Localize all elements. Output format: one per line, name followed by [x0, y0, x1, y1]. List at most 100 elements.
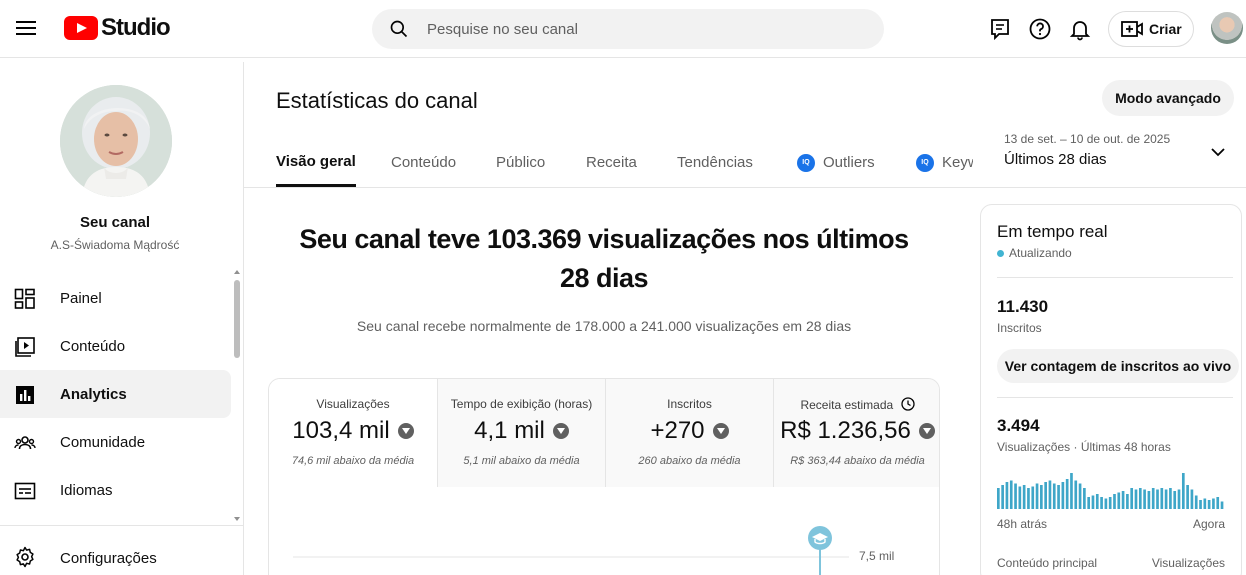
- realtime-bar: [1147, 491, 1151, 509]
- metric-subscribers[interactable]: Inscritos +270 260 abaixo da média: [605, 379, 773, 487]
- realtime-bar: [1151, 488, 1155, 509]
- realtime-bar: [1177, 489, 1181, 509]
- metric-watch-time[interactable]: Tempo de exibição (horas) 4,1 mil 5,1 mi…: [437, 379, 605, 487]
- realtime-subscribers-value: 11.430: [997, 297, 1049, 316]
- date-period-selector[interactable]: Últimos 28 dias: [1004, 151, 1107, 168]
- sidebar-item-painel[interactable]: Painel: [0, 274, 231, 322]
- realtime-bar: [1212, 498, 1215, 509]
- realtime-bar: [1194, 495, 1198, 509]
- settings-label: Configurações: [60, 549, 157, 567]
- metric-note: 260 abaixo da média: [638, 455, 741, 467]
- sidebar-divider: [0, 525, 243, 526]
- realtime-bar: [1164, 489, 1168, 509]
- realtime-bar: [1117, 492, 1121, 509]
- vidiq-badge-icon: IQ: [797, 153, 815, 172]
- realtime-bar: [1108, 497, 1112, 509]
- realtime-bar: [1074, 480, 1078, 509]
- realtime-bar: [1044, 482, 1047, 509]
- tab-receita[interactable]: Receita: [586, 138, 637, 187]
- realtime-bar: [1173, 491, 1177, 509]
- top-bar: Studio Criar: [0, 0, 1246, 58]
- realtime-bar: [1005, 482, 1009, 509]
- realtime-bar: [1031, 486, 1035, 509]
- tab-publico[interactable]: Público: [496, 138, 545, 187]
- realtime-bar: [1014, 483, 1017, 509]
- analytics-tabs: Visão geral Conteúdo Público Receita Ten…: [276, 138, 973, 188]
- search-input[interactable]: [427, 9, 867, 49]
- metric-value: 103,4 mil: [269, 417, 437, 445]
- live-subscriber-count-button[interactable]: Ver contagem de inscritos ao vivo: [997, 349, 1239, 383]
- tab-outliers[interactable]: IQ Outliers: [797, 138, 875, 187]
- realtime-bar: [1052, 483, 1056, 509]
- realtime-subscribers-label: Inscritos: [997, 321, 1042, 335]
- chevron-down-icon[interactable]: [1208, 142, 1228, 162]
- realtime-bar: [1121, 491, 1125, 509]
- metrics-card: Visualizações 103,4 mil 74,6 mil abaixo …: [268, 378, 940, 575]
- realtime-bar: [1018, 486, 1022, 509]
- sidebar-item-settings[interactable]: Configurações: [0, 534, 231, 575]
- realtime-bar: [1061, 482, 1065, 509]
- gear-icon: [16, 546, 34, 568]
- realtime-bar-chart[interactable]: [997, 473, 1225, 509]
- channel-name: Seu canal: [79, 214, 151, 231]
- sidebar-scrollbar[interactable]: [234, 280, 240, 358]
- realtime-bar: [1130, 488, 1134, 509]
- realtime-bar: [1207, 500, 1211, 509]
- sidebar-item-conteudo[interactable]: Conteúdo: [0, 322, 231, 370]
- metric-label: Inscritos: [667, 397, 712, 411]
- sidebar-item-comunidade[interactable]: Comunidade: [0, 418, 231, 466]
- realtime-divider: [997, 397, 1233, 398]
- tab-visao-geral[interactable]: Visão geral: [276, 138, 356, 187]
- search-icon[interactable]: [389, 19, 409, 39]
- tab-conteudo[interactable]: Conteúdo: [391, 138, 456, 187]
- date-range-text[interactable]: 13 de set. – 10 de out. de 2025: [1004, 132, 1170, 146]
- sidebar-item-label: Idiomas: [60, 481, 113, 499]
- community-icon: [14, 436, 36, 450]
- realtime-bar: [1169, 488, 1172, 509]
- realtime-bar: [1001, 485, 1004, 509]
- realtime-bar: [1216, 497, 1220, 509]
- realtime-status: Atualizando: [997, 246, 1072, 260]
- realtime-bar: [1113, 494, 1116, 509]
- realtime-bar: [1181, 473, 1185, 509]
- notifications-bell-icon[interactable]: [1068, 17, 1092, 41]
- subtitles-icon: [14, 482, 36, 500]
- realtime-bar: [1220, 501, 1224, 509]
- studio-logo[interactable]: Studio: [64, 14, 171, 42]
- scroll-up-arrow-icon[interactable]: [234, 270, 240, 274]
- sidebar: Seu canal A.S-Świadoma Mądrość Painel Co…: [0, 62, 244, 575]
- sidebar-item-analytics[interactable]: Analytics: [0, 370, 231, 418]
- realtime-bar: [1027, 488, 1030, 509]
- metric-label: Visualizações: [316, 397, 390, 411]
- tab-tendencias[interactable]: Tendências: [677, 138, 753, 187]
- realtime-bar: [1143, 489, 1146, 509]
- realtime-bar: [1203, 498, 1207, 509]
- page-title: Estatísticas do canal: [276, 88, 478, 113]
- sidebar-item-label: Painel: [60, 289, 102, 307]
- realtime-views-label: Visualizações · Últimas 48 horas: [997, 440, 1171, 454]
- create-button[interactable]: Criar: [1108, 11, 1194, 47]
- channel-avatar[interactable]: [60, 85, 172, 197]
- sidebar-item-label: Analytics: [60, 385, 127, 403]
- realtime-bar: [1009, 480, 1013, 509]
- feedback-icon[interactable]: [988, 17, 1012, 41]
- search-bar[interactable]: [372, 9, 884, 49]
- realtime-bar: [1138, 488, 1142, 509]
- help-icon[interactable]: [1028, 17, 1052, 41]
- views-chart[interactable]: 7,5 mil: [269, 487, 939, 575]
- metric-views[interactable]: Visualizações 103,4 mil 74,6 mil abaixo …: [269, 379, 437, 487]
- account-avatar[interactable]: [1211, 12, 1243, 44]
- sidebar-nav: Painel Conteúdo Analytics Comunidade Idi…: [0, 268, 240, 523]
- realtime-bar: [1035, 483, 1039, 509]
- realtime-views-value: 3.494: [997, 416, 1040, 435]
- metric-revenue[interactable]: Receita estimada R$ 1.236,56 R$ 363,44 a…: [773, 379, 939, 487]
- realtime-bar: [1095, 494, 1099, 509]
- scroll-down-arrow-icon[interactable]: [234, 517, 240, 521]
- tab-keywords[interactable]: IQ Keyw: [916, 138, 973, 187]
- advanced-mode-button[interactable]: Modo avançado: [1102, 80, 1234, 116]
- sidebar-item-idiomas[interactable]: Idiomas: [0, 466, 231, 514]
- arrow-down-icon: [712, 423, 729, 439]
- metric-note: R$ 363,44 abaixo da média: [790, 455, 925, 467]
- realtime-bar: [1057, 485, 1060, 509]
- menu-icon[interactable]: [14, 17, 38, 41]
